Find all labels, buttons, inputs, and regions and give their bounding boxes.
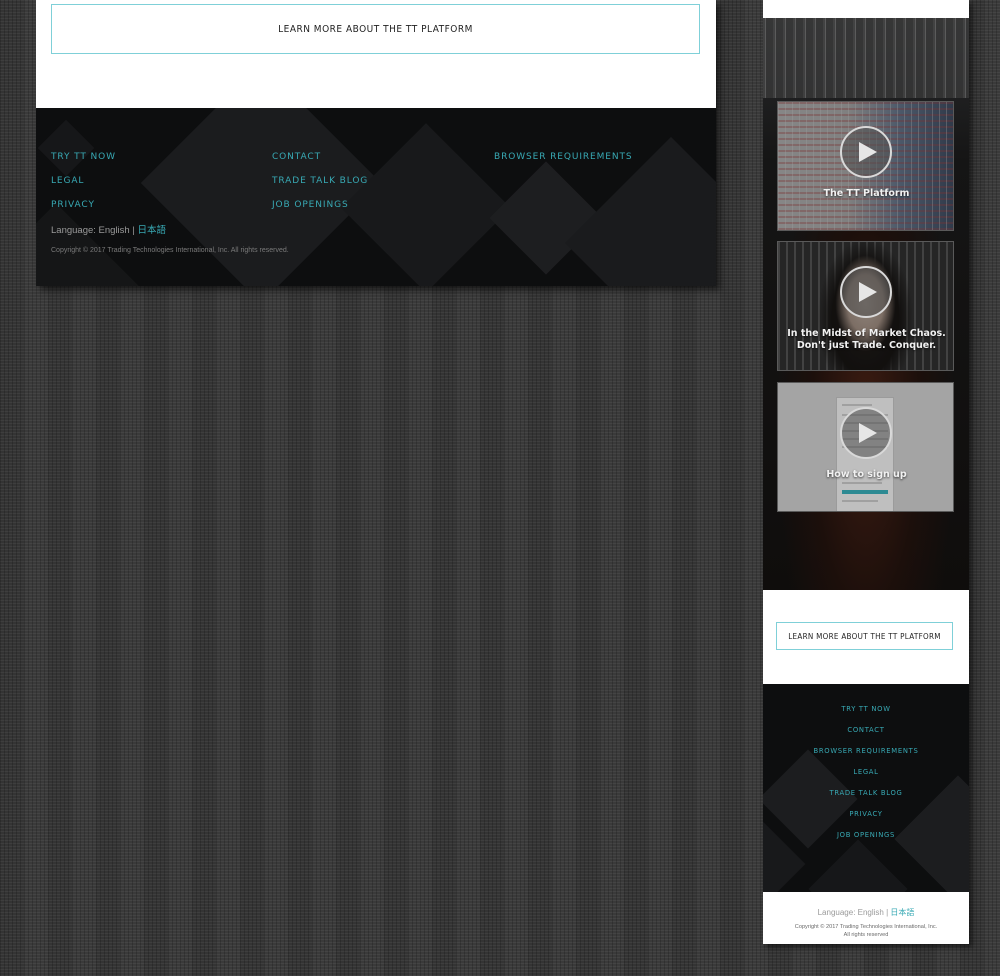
footer-bg-shape — [808, 839, 908, 892]
footer-link-legal[interactable]: LEGAL — [51, 176, 84, 186]
footer-link-privacy[interactable]: PRIVACY — [51, 200, 95, 210]
footer-link-contact[interactable]: CONTACT — [272, 152, 321, 162]
video-title-line1: In the Midst of Market Chaos. — [787, 328, 946, 339]
video-title-line2: Don't just Trade. Conquer. — [796, 340, 937, 351]
video-card-market-chaos[interactable]: In the Midst of Market Chaos. Don't just… — [777, 241, 954, 371]
mobile-learn-more-section: LEARN MORE ABOUT THE TT PLATFORM — [763, 590, 969, 684]
footer-link-browser-requirements[interactable]: BROWSER REQUIREMENTS — [494, 152, 633, 162]
mobile-footer-link-browser-requirements[interactable]: BROWSER REQUIREMENTS — [763, 747, 969, 755]
footer-bg-shape — [36, 203, 141, 286]
play-icon[interactable] — [840, 407, 892, 459]
language-selector: Language: English | 日本語 — [51, 222, 166, 236]
mobile-footer-link-try-tt-now[interactable]: TRY TT NOW — [763, 705, 969, 713]
desktop-footer: TRY TT NOW LEGAL PRIVACY CONTACT TRADE T… — [36, 108, 716, 286]
video-card-how-to-sign-up[interactable]: How to sign up — [777, 382, 954, 512]
learn-more-button[interactable]: LEARN MORE ABOUT THE TT PLATFORM — [51, 4, 700, 54]
mobile-footer-link-contact[interactable]: CONTACT — [763, 726, 969, 734]
language-link-japanese[interactable]: 日本語 — [890, 908, 914, 917]
hero-screens-image — [763, 18, 969, 98]
footer-bg-shape — [140, 108, 382, 286]
footer-link-try-tt-now[interactable]: TRY TT NOW — [51, 152, 116, 162]
mobile-footer: TRY TT NOW CONTACT BROWSER REQUIREMENTS … — [763, 684, 969, 892]
video-title: How to sign up — [826, 469, 907, 480]
language-label: Language: English | — [51, 225, 135, 236]
footer-bg-shape — [341, 123, 511, 286]
mobile-page-mockup: The TT Platform In the Midst of Market C… — [763, 0, 969, 944]
mobile-copyright-text: Copyright © 2017 Trading Technologies In… — [777, 924, 955, 939]
footer-bg-shape — [37, 119, 95, 177]
mobile-hero-background: The TT Platform In the Midst of Market C… — [763, 18, 969, 590]
footer-link-trade-talk-blog[interactable]: TRADE TALK BLOG — [272, 176, 368, 186]
desktop-page-mockup: LEARN MORE ABOUT THE TT PLATFORM TRY TT … — [36, 0, 716, 286]
copyright-line-2: All rights reserved — [843, 931, 889, 938]
mobile-bottom-bar: Language: English | 日本語 Copyright © 2017… — [763, 892, 969, 944]
mobile-learn-more-button[interactable]: LEARN MORE ABOUT THE TT PLATFORM — [776, 622, 953, 650]
mobile-top-bar — [763, 0, 969, 18]
footer-link-job-openings[interactable]: JOB OPENINGS — [272, 200, 349, 210]
language-label: Language: English | — [817, 908, 889, 917]
mobile-footer-link-legal[interactable]: LEGAL — [763, 768, 969, 776]
mobile-footer-link-job-openings[interactable]: JOB OPENINGS — [763, 831, 969, 839]
play-icon[interactable] — [840, 266, 892, 318]
copyright-line-1: Copyright © 2017 Trading Technologies In… — [794, 924, 938, 930]
language-link-japanese[interactable]: 日本語 — [137, 225, 166, 236]
mobile-footer-link-trade-talk-blog[interactable]: TRADE TALK BLOG — [763, 789, 969, 797]
mobile-language-selector: Language: English | 日本語 — [763, 907, 969, 918]
video-title: The TT Platform — [823, 188, 910, 199]
desktop-content-area: LEARN MORE ABOUT THE TT PLATFORM — [36, 0, 716, 108]
play-icon[interactable] — [840, 126, 892, 178]
video-card-tt-platform[interactable]: The TT Platform — [777, 101, 954, 231]
copyright-text: Copyright © 2017 Trading Technologies In… — [51, 247, 289, 254]
mobile-footer-link-privacy[interactable]: PRIVACY — [763, 810, 969, 818]
